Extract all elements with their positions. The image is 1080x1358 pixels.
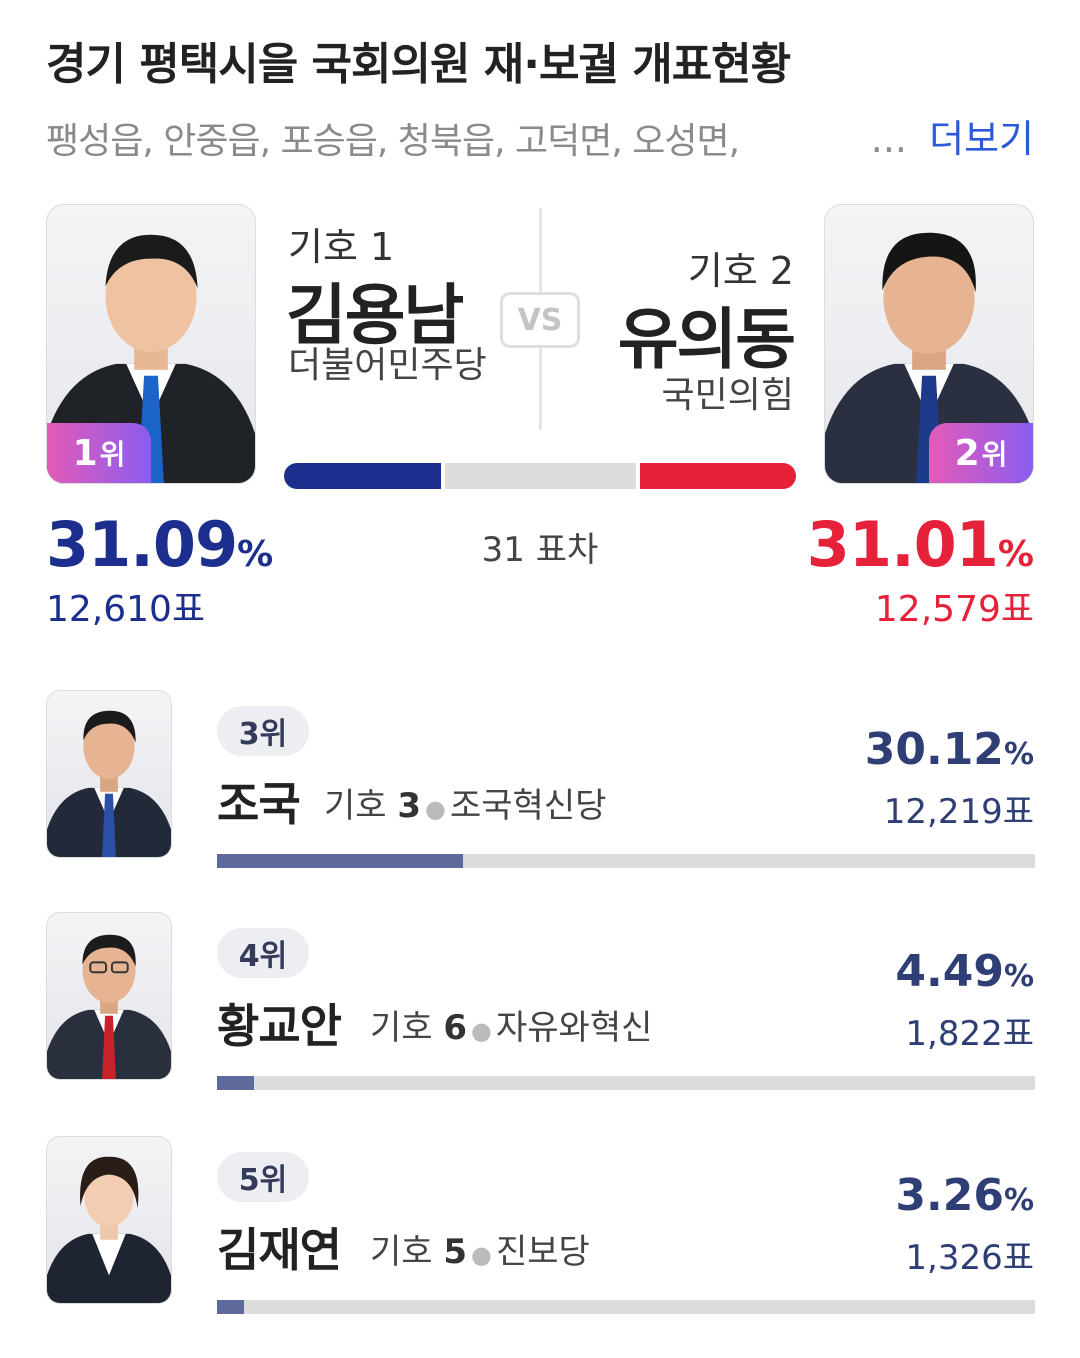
candidate-2-photo[interactable]: 2위 <box>824 204 1034 484</box>
separator-dot-icon: ● <box>471 1241 492 1269</box>
percent-value: 3.26 <box>895 1170 1004 1221</box>
candidate-name: 김재연 <box>217 1223 342 1277</box>
rank-pill: 4위 <box>217 928 309 978</box>
candidate-1-votes: 12,610표 <box>46 589 206 630</box>
candidate-2-percent: 31.01% <box>807 508 1034 581</box>
rank-number: 1 <box>72 432 98 474</box>
percent-value: 30.12 <box>864 724 1004 775</box>
rank-badge-1: 1위 <box>47 423 151 483</box>
candidate-row[interactable]: 5위 김재연 기호 5 ● 진보당 3.26% 1,326표 <box>0 1136 1080 1336</box>
candidate-1-photo[interactable]: 1위 <box>46 204 256 484</box>
candidate-votes: 1,326표 <box>905 1238 1034 1278</box>
candidate-thumb <box>46 690 172 858</box>
rank-unit: 위 <box>99 438 126 471</box>
rank-unit: 위 <box>981 438 1008 471</box>
candidate-meta: 기호 6 ● 자유와혁신 <box>370 1000 652 1049</box>
percent-symbol: % <box>997 534 1034 575</box>
candidate-meta: 기호 5 ● 진보당 <box>370 1224 590 1273</box>
vote-share-track <box>217 854 1035 868</box>
percent-value: 4.49 <box>895 946 1004 997</box>
candidate-row[interactable]: 4위 황교안 기호 6 ● 자유와혁신 4.49% 1,822표 <box>0 912 1080 1112</box>
more-link[interactable]: 더보기 <box>929 117 1034 161</box>
rank-number: 2 <box>954 432 980 474</box>
page-title: 경기 평택시을 국회의원 재·보궐 개표현황 <box>46 39 791 90</box>
candidate-meta: 기호 3 ● 조국혁신당 <box>324 778 606 827</box>
candidate-thumb <box>46 1136 172 1304</box>
region-list: 팽성읍, 안중읍, 포승읍, 청북읍, 고덕면, 오성면, <box>46 121 740 162</box>
candidate-thumb <box>46 912 172 1080</box>
candidate-number: 3 <box>397 786 422 826</box>
percent-symbol: % <box>1003 959 1034 994</box>
separator-dot-icon: ● <box>471 1017 492 1045</box>
number-prefix: 기호 <box>324 786 387 826</box>
rank-badge-2: 2위 <box>929 423 1033 483</box>
number-prefix: 기호 <box>370 1008 433 1048</box>
candidate-1-party: 더불어민주당 <box>288 345 487 386</box>
percent-symbol: % <box>1003 737 1034 772</box>
party-name: 진보당 <box>496 1232 590 1272</box>
ellipsis: ... <box>870 117 908 161</box>
candidate-number: 6 <box>443 1008 468 1048</box>
bar-rest <box>445 463 636 489</box>
vs-badge: VS <box>500 292 580 348</box>
candidate-2-votes: 12,579표 <box>874 589 1034 630</box>
person-photo-icon <box>47 710 171 857</box>
vote-share-fill <box>217 854 464 868</box>
person-photo-icon <box>47 934 171 1079</box>
party-name: 조국혁신당 <box>450 786 607 826</box>
head-to-head-bar <box>284 463 796 489</box>
candidate-votes: 1,822표 <box>905 1014 1034 1054</box>
candidate-percent: 30.12% <box>865 724 1034 775</box>
rank-pill: 3위 <box>217 706 309 756</box>
candidate-percent: 3.26% <box>895 1170 1034 1221</box>
candidate-number: 5 <box>443 1232 468 1272</box>
vote-share-fill <box>217 1300 244 1314</box>
percent-symbol: % <box>1003 1183 1034 1218</box>
separator-dot-icon: ● <box>425 795 446 823</box>
rank-pill: 5위 <box>217 1152 309 1202</box>
candidate-percent: 4.49% <box>895 946 1034 997</box>
more-link-group[interactable]: ... 더보기 <box>871 108 1034 163</box>
candidate-2-party: 국민의힘 <box>661 375 794 416</box>
candidate-row[interactable]: 3위 조국 기호 3 ● 조국혁신당 30.12% 12,219표 <box>0 690 1080 890</box>
party-name: 자유와혁신 <box>496 1008 653 1048</box>
bar-second <box>640 463 796 489</box>
vote-share-fill <box>217 1076 254 1090</box>
candidate-votes: 12,219표 <box>883 792 1034 832</box>
number-prefix: 기호 <box>370 1232 433 1272</box>
candidate-name: 조국 <box>217 777 301 831</box>
vote-share-track <box>217 1300 1035 1314</box>
vote-share-track <box>217 1076 1035 1090</box>
candidate-name: 황교안 <box>217 999 342 1053</box>
percent-value: 31.01 <box>806 508 999 581</box>
bar-first <box>284 463 441 489</box>
person-photo-icon <box>47 1156 171 1303</box>
